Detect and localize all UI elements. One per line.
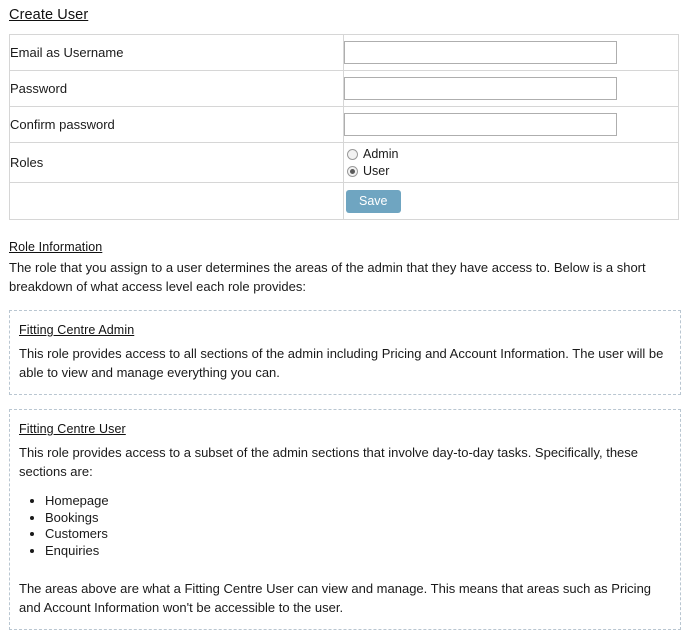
radio-label-admin: Admin xyxy=(363,146,399,161)
password-field[interactable] xyxy=(344,77,617,100)
roles-radio-group: Admin User xyxy=(344,145,678,181)
table-row-password: Password xyxy=(9,70,679,107)
radio-option-admin[interactable]: Admin xyxy=(347,147,678,162)
confirm-password-field[interactable] xyxy=(344,113,617,136)
role-information-heading: Role Information xyxy=(9,240,103,254)
role-box-fitting-centre-admin: Fitting Centre Admin This role provides … xyxy=(9,310,681,395)
table-row-confirm-password: Confirm password xyxy=(9,106,679,143)
email-field[interactable] xyxy=(344,41,617,64)
role-box-title-admin: Fitting Centre Admin xyxy=(19,323,135,337)
radio-label-user: User xyxy=(363,163,390,178)
label-email: Email as Username xyxy=(9,34,344,71)
table-row-actions: Save xyxy=(9,182,679,220)
field-cell-email xyxy=(343,34,679,71)
role-box-title-user: Fitting Centre User xyxy=(19,422,126,436)
field-cell-roles: Admin User xyxy=(343,142,679,183)
label-roles: Roles xyxy=(9,142,344,183)
save-button[interactable]: Save xyxy=(346,189,401,213)
radio-icon-admin[interactable] xyxy=(347,148,358,160)
label-password: Password xyxy=(9,70,344,107)
create-user-form-table: Email as Username Password Confirm passw… xyxy=(9,34,679,220)
field-cell-actions: Save xyxy=(343,182,679,220)
role-box-paragraph-admin: This role provides access to all section… xyxy=(19,346,664,380)
radio-option-user[interactable]: User xyxy=(347,164,678,179)
role-information-section: Role Information The role that you assig… xyxy=(0,239,685,630)
role-information-intro: The role that you assign to a user deter… xyxy=(9,260,646,294)
list-item: Enquiries xyxy=(45,543,671,559)
role-box-fitting-centre-user: Fitting Centre User This role provides a… xyxy=(9,409,681,630)
page-title: Create User xyxy=(9,7,89,23)
table-row-roles: Roles Admin User xyxy=(9,142,679,183)
list-item: Bookings xyxy=(45,510,671,526)
page-title-wrapper: Create User xyxy=(0,0,685,23)
list-item: Homepage xyxy=(45,493,671,509)
label-actions-empty xyxy=(9,182,344,220)
role-box-closing-user: The areas above are what a Fitting Centr… xyxy=(19,581,652,615)
radio-icon-user[interactable] xyxy=(347,165,358,177)
create-user-page: Create User Email as Username Password C… xyxy=(0,0,685,630)
field-cell-password xyxy=(343,70,679,107)
list-item: Customers xyxy=(45,526,671,542)
field-cell-confirm-password xyxy=(343,106,679,143)
table-row-email: Email as Username xyxy=(9,34,679,71)
role-box-paragraph-user: This role provides access to a subset of… xyxy=(19,445,639,479)
label-confirm-password: Confirm password xyxy=(9,106,344,143)
role-box-section-list: Homepage Bookings Customers Enquiries xyxy=(19,493,671,558)
